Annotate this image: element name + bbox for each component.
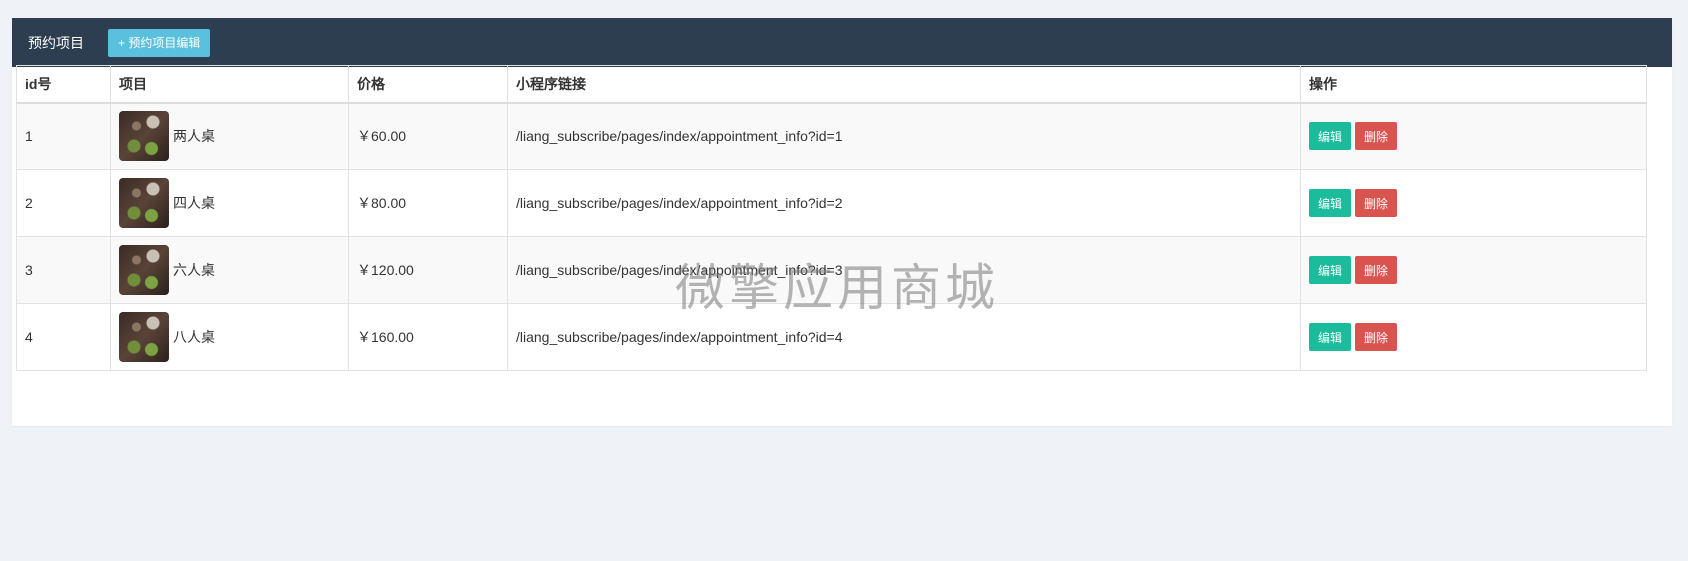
- edit-button[interactable]: 编辑: [1309, 189, 1352, 217]
- row-price: ￥80.00: [348, 169, 508, 237]
- row-id: 3: [16, 236, 111, 304]
- row-actions: 编辑 删除: [1300, 169, 1647, 237]
- delete-button[interactable]: 删除: [1355, 323, 1398, 351]
- column-header-id: id号: [16, 65, 111, 104]
- project-name: 六人桌: [173, 262, 215, 278]
- row-price: ￥60.00: [348, 102, 508, 170]
- row-project: 四人桌: [110, 169, 349, 237]
- column-header-link: 小程序链接: [507, 65, 1301, 104]
- edit-appointment-items-button[interactable]: + 预约项目编辑: [108, 28, 211, 57]
- edit-button[interactable]: 编辑: [1309, 122, 1352, 151]
- row-link: /liang_subscribe/pages/index/appointment…: [507, 303, 1301, 371]
- table-row: 4 八人桌 ￥160.00 /liang_subscribe/pages/ind…: [16, 303, 1647, 371]
- column-header-price: 价格: [348, 65, 508, 104]
- delete-button[interactable]: 删除: [1355, 189, 1398, 217]
- project-thumbnail-image: [119, 312, 169, 362]
- project-thumbnail-image: [119, 245, 169, 295]
- row-id: 1: [16, 102, 111, 170]
- row-link: /liang_subscribe/pages/index/appointment…: [507, 102, 1301, 170]
- project-thumbnail-image: [119, 178, 169, 228]
- table-header-row: id号 项目 价格 小程序链接 操作: [16, 65, 1647, 104]
- row-actions: 编辑 删除: [1300, 303, 1647, 371]
- project-thumbnail-image: [119, 111, 169, 162]
- row-link: /liang_subscribe/pages/index/appointment…: [507, 169, 1301, 237]
- appointment-table: id号 项目 价格 小程序链接 操作 1 两人桌 ￥60.00 /liang_s…: [16, 65, 1647, 371]
- column-header-project: 项目: [110, 65, 349, 104]
- panel-title: 预约项目: [28, 34, 84, 51]
- project-name: 八人桌: [173, 329, 215, 345]
- row-price: ￥160.00: [348, 303, 508, 371]
- row-link: /liang_subscribe/pages/index/appointment…: [507, 236, 1301, 304]
- row-id: 2: [16, 169, 111, 237]
- row-id: 4: [16, 303, 111, 371]
- row-price: ￥120.00: [348, 236, 508, 304]
- delete-button[interactable]: 删除: [1355, 256, 1398, 284]
- edit-button[interactable]: 编辑: [1309, 323, 1352, 351]
- row-actions: 编辑 删除: [1300, 102, 1647, 170]
- column-header-actions: 操作: [1300, 65, 1647, 104]
- table-row: 1 两人桌 ￥60.00 /liang_subscribe/pages/inde…: [16, 102, 1647, 170]
- panel-header: 预约项目 + 预约项目编辑: [12, 18, 1672, 67]
- project-name: 四人桌: [173, 195, 215, 211]
- delete-button[interactable]: 删除: [1355, 122, 1398, 151]
- table-row: 3 六人桌 ￥120.00 /liang_subscribe/pages/ind…: [16, 236, 1647, 304]
- row-project: 六人桌: [110, 236, 349, 304]
- edit-button[interactable]: 编辑: [1309, 256, 1352, 284]
- project-name: 两人桌: [173, 128, 215, 145]
- row-actions: 编辑 删除: [1300, 236, 1647, 304]
- table-row: 2 四人桌 ￥80.00 /liang_subscribe/pages/inde…: [16, 169, 1647, 237]
- row-project: 八人桌: [110, 303, 349, 371]
- row-project: 两人桌: [110, 102, 349, 170]
